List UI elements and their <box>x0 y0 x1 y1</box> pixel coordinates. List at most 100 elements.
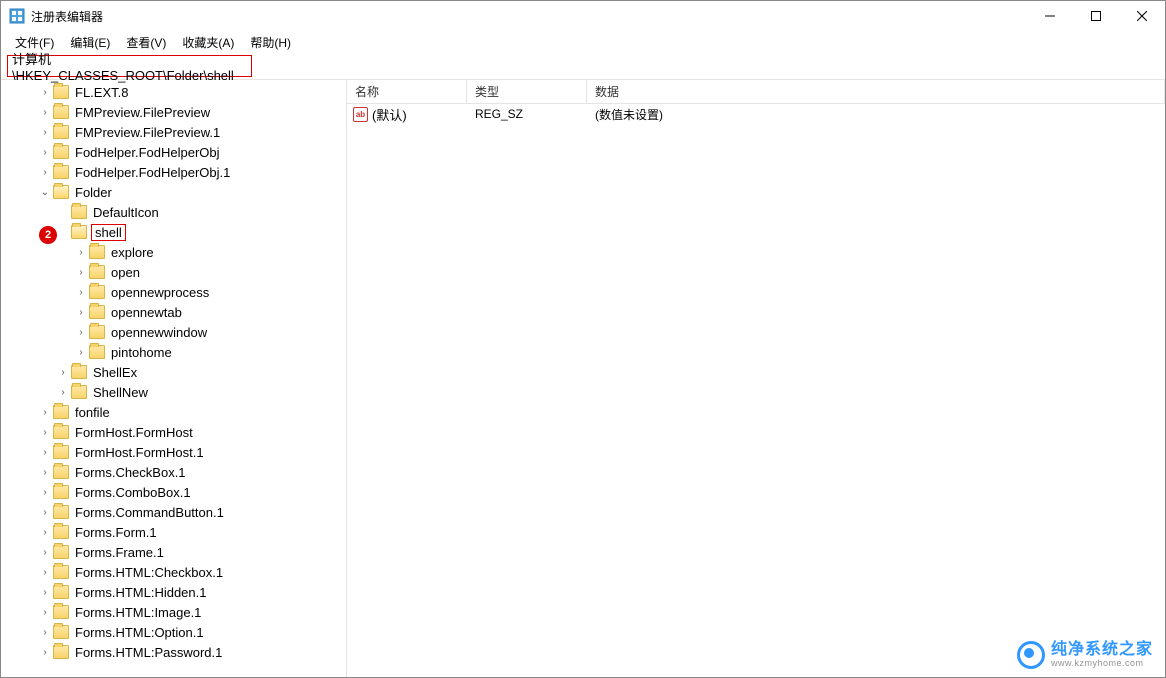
tree-item[interactable]: ›Forms.HTML:Checkbox.1 <box>1 562 346 582</box>
chevron-right-icon[interactable]: › <box>73 287 89 298</box>
folder-icon <box>71 385 87 399</box>
folder-icon <box>71 205 87 219</box>
chevron-right-icon[interactable]: › <box>55 387 71 398</box>
chevron-right-icon[interactable]: › <box>37 87 53 98</box>
tree-item[interactable]: › open <box>1 262 346 282</box>
chevron-right-icon[interactable]: › <box>37 447 53 458</box>
list-row[interactable]: ab(默认)REG_SZ(数值未设置) <box>347 104 1165 124</box>
tree-item[interactable]: › FodHelper.FodHelperObj.1 <box>1 162 346 182</box>
col-header-name[interactable]: 名称 <box>347 80 467 103</box>
chevron-right-icon[interactable]: › <box>37 427 53 438</box>
chevron-right-icon[interactable]: › <box>37 107 53 118</box>
tree-item[interactable]: ›FMPreview.FilePreview.1 <box>1 122 346 142</box>
tree-item[interactable]: ›fonfile <box>1 402 346 422</box>
tree-item[interactable]: › Forms.HTML:Password.1 <box>1 642 346 662</box>
tree-item[interactable]: › ShellEx <box>1 362 346 382</box>
tree-item[interactable]: ›FL.EXT.8 <box>1 82 346 102</box>
col-header-data[interactable]: 数据 <box>587 80 1165 103</box>
watermark-sub: www.kzmyhome.com <box>1051 659 1153 669</box>
tree-item[interactable]: › FodHelper.FodHelperObj <box>1 142 346 162</box>
list-pane: 名称 类型 数据 ab(默认)REG_SZ(数值未设置) <box>347 80 1165 677</box>
folder-icon <box>53 125 69 139</box>
col-header-type[interactable]: 类型 <box>467 80 587 103</box>
folder-icon <box>53 585 69 599</box>
folder-icon <box>89 245 105 259</box>
chevron-down-icon[interactable]: ⌄ <box>37 187 53 198</box>
tree-item-label: Forms.HTML:Option.1 <box>73 625 206 640</box>
chevron-right-icon[interactable]: › <box>73 347 89 358</box>
value-type: REG_SZ <box>467 107 587 121</box>
tree-item-label: Forms.HTML:Password.1 <box>73 645 224 660</box>
chevron-right-icon[interactable]: › <box>37 487 53 498</box>
chevron-right-icon[interactable]: › <box>37 527 53 538</box>
chevron-right-icon[interactable]: › <box>37 147 53 158</box>
tree-item-label: shell <box>91 224 126 241</box>
close-button[interactable] <box>1119 1 1165 31</box>
folder-icon <box>53 445 69 459</box>
folder-icon <box>89 345 105 359</box>
list-header: 名称 类型 数据 <box>347 80 1165 104</box>
tree-item-label: FMPreview.FilePreview <box>73 105 212 120</box>
tree-item-label: FodHelper.FodHelperObj <box>73 145 222 160</box>
tree-item[interactable]: ›explore <box>1 242 346 262</box>
folder-icon <box>53 465 69 479</box>
tree-item[interactable]: ⌄Folder <box>1 182 346 202</box>
folder-icon <box>53 545 69 559</box>
folder-icon <box>71 365 87 379</box>
chevron-right-icon[interactable]: › <box>37 507 53 518</box>
tree-item-label: Forms.HTML:Hidden.1 <box>73 585 208 600</box>
chevron-right-icon[interactable]: › <box>37 407 53 418</box>
menu-help[interactable]: 帮助(H) <box>242 32 299 53</box>
watermark-main: 纯净系统之家 <box>1051 641 1153 659</box>
tree-item-label: open <box>109 265 142 280</box>
tree-item-label: ShellEx <box>91 365 139 380</box>
tree-item-label: FormHost.FormHost.1 <box>73 445 206 460</box>
tree-item[interactable]: › Forms.HTML:Hidden.1 <box>1 582 346 602</box>
tree-item[interactable]: ›opennewtab <box>1 302 346 322</box>
tree-item[interactable]: ›Forms.CommandButton.1 <box>1 502 346 522</box>
tree-item[interactable]: › FMPreview.FilePreview <box>1 102 346 122</box>
chevron-right-icon[interactable]: › <box>37 567 53 578</box>
tree-item-label: FodHelper.FodHelperObj.1 <box>73 165 232 180</box>
tree-item[interactable]: ›opennewprocess <box>1 282 346 302</box>
chevron-right-icon[interactable]: › <box>37 167 53 178</box>
tree-item[interactable]: ›FormHost.FormHost <box>1 422 346 442</box>
regedit-icon <box>9 8 25 24</box>
tree-pane[interactable]: 2 ›FL.EXT.8›FMPreview.FilePreview›FMPrev… <box>1 80 347 677</box>
tree-item[interactable]: ›pintohome <box>1 342 346 362</box>
chevron-right-icon[interactable]: › <box>73 327 89 338</box>
folder-icon <box>53 405 69 419</box>
tree-item-label: Forms.CheckBox.1 <box>73 465 188 480</box>
address-bar[interactable]: 计算机\HKEY_CLASSES_ROOT\Folder\shell <box>7 55 252 77</box>
tree-item[interactable]: ›Forms.Form.1 <box>1 522 346 542</box>
folder-icon <box>53 485 69 499</box>
tree-item[interactable]: ›Forms.ComboBox.1 <box>1 482 346 502</box>
chevron-right-icon[interactable]: › <box>37 627 53 638</box>
value-data: (数值未设置) <box>587 106 1165 123</box>
minimize-button[interactable] <box>1027 1 1073 31</box>
tree-item[interactable]: ›opennewwindow <box>1 322 346 342</box>
tree-item[interactable]: › Forms.HTML:Option.1 <box>1 622 346 642</box>
folder-icon <box>53 85 69 99</box>
tree-item[interactable]: ›ShellNew <box>1 382 346 402</box>
tree-item[interactable]: ›Forms.HTML:Image.1 <box>1 602 346 622</box>
chevron-right-icon[interactable]: › <box>37 467 53 478</box>
tree-item[interactable]: DefaultIcon <box>1 202 346 222</box>
tree-item[interactable]: › FormHost.FormHost.1 <box>1 442 346 462</box>
folder-icon <box>89 265 105 279</box>
chevron-right-icon[interactable]: › <box>73 247 89 258</box>
chevron-right-icon[interactable]: › <box>73 307 89 318</box>
chevron-right-icon[interactable]: › <box>37 127 53 138</box>
chevron-right-icon[interactable]: › <box>55 367 71 378</box>
tree-item[interactable]: › Forms.CheckBox.1 <box>1 462 346 482</box>
chevron-right-icon[interactable]: › <box>37 547 53 558</box>
folder-icon <box>53 145 69 159</box>
tree-item-label: DefaultIcon <box>91 205 161 220</box>
maximize-button[interactable] <box>1073 1 1119 31</box>
chevron-right-icon[interactable]: › <box>37 587 53 598</box>
tree-item[interactable]: ›Forms.Frame.1 <box>1 542 346 562</box>
chevron-right-icon[interactable]: › <box>37 607 53 618</box>
address-text: 计算机\HKEY_CLASSES_ROOT\Folder\shell <box>12 49 247 83</box>
chevron-right-icon[interactable]: › <box>73 267 89 278</box>
chevron-right-icon[interactable]: › <box>37 647 53 658</box>
